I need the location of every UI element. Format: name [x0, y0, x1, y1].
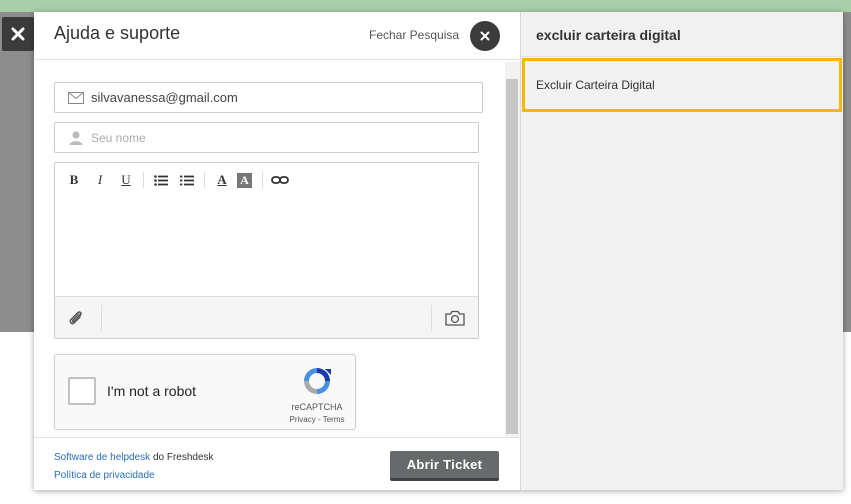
toolbar-divider — [143, 172, 144, 188]
credit-text: Software de helpdesk do Freshdesk — [54, 452, 214, 463]
close-search-link[interactable]: Fechar Pesquisa — [369, 28, 459, 42]
screenshot-button[interactable] — [445, 310, 465, 326]
credit-suffix: do Freshdesk — [150, 452, 214, 463]
recaptcha-terms-links[interactable]: Privacy - Terms — [277, 415, 357, 424]
recaptcha-widget: I'm not a robot reCAPTCHA Privacy - Term… — [54, 354, 356, 430]
numbered-list-icon — [180, 175, 194, 185]
email-field[interactable]: silvavanessa@gmail.com — [54, 82, 483, 113]
user-icon — [67, 131, 85, 145]
description-editor[interactable]: B I U A A — [54, 162, 479, 339]
search-results-pane: excluir carteira digital Excluir Carteir… — [520, 12, 843, 490]
description-textarea[interactable] — [55, 197, 478, 297]
recaptcha-logo-icon — [304, 368, 331, 394]
search-result-item[interactable]: Excluir Carteira Digital — [522, 58, 842, 112]
italic-button[interactable]: I — [89, 169, 111, 191]
results-divider — [521, 56, 843, 57]
help-widget: Ajuda e suporte Fechar Pesquisa silvavan… — [34, 12, 843, 490]
widget-title: Ajuda e suporte — [54, 23, 181, 43]
form-footer: Software de helpdesk do Freshdesk Políti… — [34, 437, 520, 490]
recaptcha-brand: reCAPTCHA — [291, 402, 343, 412]
widget-header: Ajuda e suporte Fechar Pesquisa — [34, 12, 520, 60]
editor-toolbar: B I U A A — [55, 163, 478, 197]
bulleted-list-button[interactable] — [150, 169, 172, 191]
ticket-form-pane: Ajuda e suporte Fechar Pesquisa silvavan… — [34, 12, 520, 490]
privacy-policy-link[interactable]: Política de privacidade — [54, 470, 155, 481]
recaptcha-checkbox[interactable] — [68, 377, 96, 405]
close-search-button[interactable] — [470, 21, 500, 51]
numbered-list-button[interactable] — [176, 169, 198, 191]
helpdesk-software-link[interactable]: Software de helpdesk — [54, 452, 150, 463]
envelope-icon — [67, 91, 85, 105]
name-field[interactable] — [54, 122, 479, 153]
bullet-list-icon — [154, 174, 168, 186]
font-color-button[interactable]: A — [211, 169, 233, 191]
background-top-bar — [0, 0, 851, 12]
form-scrollbar-thumb[interactable] — [506, 79, 518, 434]
name-input[interactable] — [91, 130, 451, 145]
insert-link-button[interactable] — [269, 169, 291, 191]
recaptcha-label: I'm not a robot — [107, 383, 197, 399]
background-color-button[interactable]: A — [237, 172, 252, 188]
close-icon — [11, 27, 25, 41]
paperclip-icon — [69, 311, 82, 325]
camera-icon — [445, 310, 465, 326]
footer-divider — [431, 305, 432, 331]
toolbar-divider — [262, 172, 263, 188]
bold-button[interactable]: B — [63, 169, 85, 191]
editor-footer — [55, 296, 478, 338]
attachment-button[interactable] — [67, 309, 85, 327]
close-icon — [480, 31, 490, 41]
email-value: silvavanessa@gmail.com — [91, 90, 238, 105]
toolbar-divider — [204, 172, 205, 188]
open-ticket-button[interactable]: Abrir Ticket — [390, 451, 499, 481]
link-icon — [271, 176, 289, 184]
search-query: excluir carteira digital — [536, 27, 681, 43]
overlay-close-button[interactable] — [2, 17, 34, 51]
footer-divider — [101, 305, 102, 331]
underline-button[interactable]: U — [115, 169, 137, 191]
